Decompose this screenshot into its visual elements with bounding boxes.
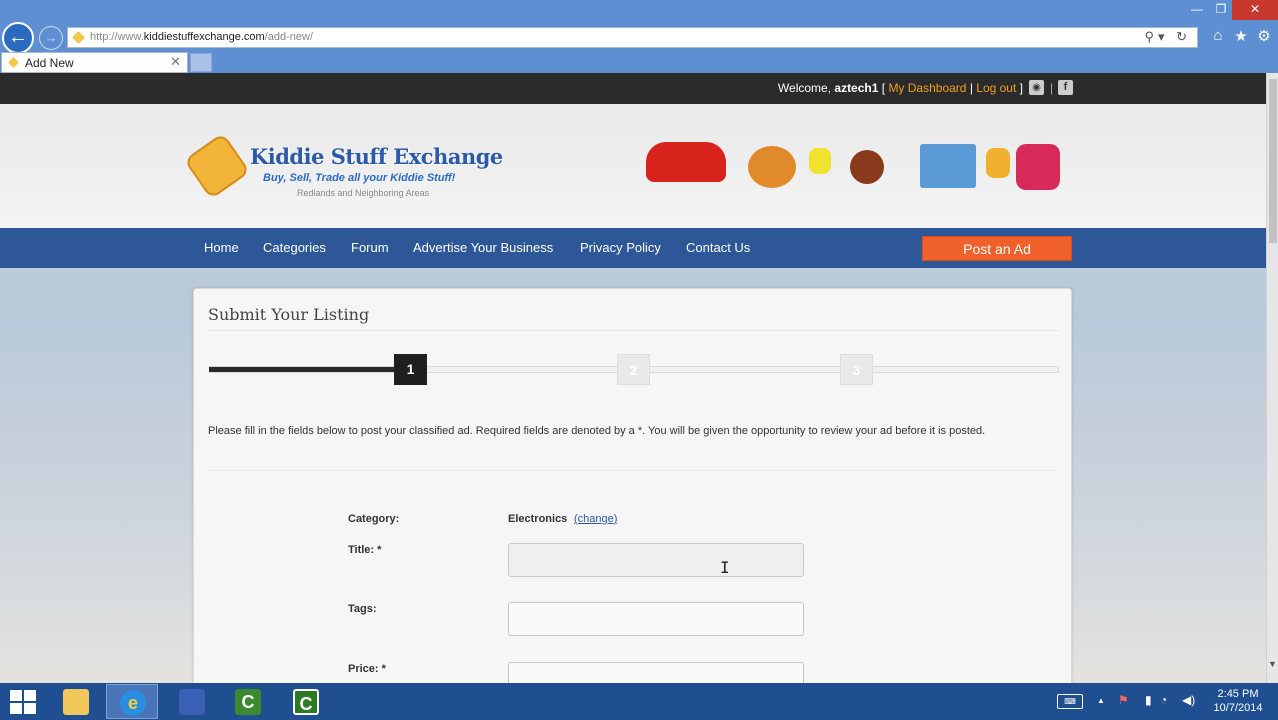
new-tab-button[interactable] (190, 53, 212, 72)
nav-contact-us[interactable]: Contact Us (686, 240, 750, 255)
my-dashboard-link[interactable]: My Dashboard (888, 81, 966, 95)
welcome-text: Welcome, aztech1 [ My Dashboard | Log ou… (777, 81, 1023, 95)
nav-advertise[interactable]: Advertise Your Business (413, 240, 553, 255)
log-out-link[interactable]: Log out (976, 81, 1016, 95)
search-refresh-icons[interactable]: ⚲▾ ↻ (1144, 29, 1191, 45)
keyboard-icon[interactable]: ⌨ (1057, 694, 1083, 709)
computer-network-icon (179, 689, 205, 715)
price-tag-logo-icon[interactable] (183, 132, 251, 200)
scroll-down-arrow-icon[interactable]: ▼ (1268, 659, 1277, 669)
site-logo-title[interactable]: Kiddie Stuff Exchange (250, 144, 503, 169)
title-label: Title: * (348, 544, 382, 556)
system-clock[interactable]: 2:45 PM 10/7/2014 (1208, 687, 1268, 715)
tab-add-new[interactable]: Add New ✕ (1, 52, 188, 73)
facebook-icon[interactable]: f (1058, 80, 1073, 95)
address-bar[interactable]: http://www.kiddiestuffexchange.com/add-n… (67, 27, 1198, 48)
close-window-button[interactable]: ✕ (1232, 0, 1278, 20)
clock-date: 10/7/2014 (1213, 702, 1263, 714)
category-value: Electronics (508, 513, 568, 525)
intro-text: Please fill in the fields below to post … (208, 425, 986, 437)
tags-label: Tags: (348, 603, 377, 615)
taskbar-camtasia-recorder[interactable]: C (280, 684, 332, 719)
volume-icon[interactable]: ◀) (1182, 693, 1195, 707)
back-arrow-icon: ← (8, 26, 28, 48)
divider (208, 330, 1058, 331)
divider (208, 470, 1058, 471)
network-icon[interactable]: ◔ (1160, 693, 1167, 707)
rss-icon[interactable]: ◉ (1029, 80, 1044, 95)
tab-favicon-icon (8, 57, 19, 68)
windows-taskbar: e C C ⌨ ▲ ⚑ ▮ ◔ ◀) 2:45 PM 10/7/2014 (0, 683, 1278, 720)
taskbar-internet-explorer[interactable]: e (106, 684, 158, 719)
abc-blocks-icon (920, 144, 976, 188)
handprint-orange-icon (986, 148, 1010, 178)
battery-icon[interactable]: ▮ (1145, 693, 1152, 707)
text-cursor-icon: I (720, 558, 730, 577)
tiger-toy-icon (748, 146, 796, 188)
user-bar: Welcome, aztech1 [ My Dashboard | Log ou… (0, 73, 1266, 104)
site-header: Kiddie Stuff Exchange Buy, Sell, Trade a… (0, 104, 1266, 228)
username: aztech1 (834, 81, 879, 95)
tab-label: Add New (25, 56, 74, 70)
show-hidden-icons-icon[interactable]: ▲ (1097, 696, 1105, 705)
internet-explorer-icon: e (120, 690, 146, 716)
tab-close-icon[interactable]: ✕ (170, 54, 181, 70)
nav-home[interactable]: Home (204, 240, 239, 255)
price-label: Price: * (348, 663, 386, 675)
back-button[interactable]: ← (2, 22, 34, 54)
title-input[interactable] (508, 543, 804, 577)
change-category-link[interactable]: (change) (574, 513, 617, 525)
settings-gear-icon[interactable]: ⚙ (1254, 27, 1274, 45)
handprint-icon (809, 148, 831, 174)
step-2: 2 (617, 354, 650, 385)
forward-button[interactable]: → (39, 26, 63, 50)
sports-balls-icon (850, 150, 884, 184)
folder-icon (63, 689, 89, 715)
browser-chrome: — ❐ ✕ ← → http://www.kiddiestuffexchange… (0, 0, 1278, 73)
main-nav: Home Categories Forum Advertise Your Bus… (0, 228, 1266, 268)
page-title: Submit Your Listing (208, 305, 370, 324)
windows-logo-icon (10, 690, 22, 701)
camtasia-recorder-icon: C (293, 689, 319, 715)
forward-arrow-icon: → (44, 30, 58, 45)
nav-forum[interactable]: Forum (351, 240, 389, 255)
restore-button[interactable]: ❐ (1208, 0, 1234, 20)
start-button[interactable] (10, 690, 36, 714)
submit-listing-panel: Submit Your Listing 1 2 3 Please fill in… (193, 288, 1072, 683)
price-input[interactable] (508, 662, 804, 683)
category-label: Category: (348, 513, 400, 525)
scrollbar-thumb[interactable] (1269, 79, 1277, 243)
post-an-ad-button[interactable]: Post an Ad (922, 236, 1072, 261)
page-scrollbar[interactable]: ▼ (1266, 73, 1278, 683)
address-url[interactable]: http://www.kiddiestuffexchange.com/add-n… (90, 31, 313, 43)
camtasia-icon: C (235, 689, 261, 715)
taskbar-camtasia[interactable]: C (222, 684, 274, 719)
ride-on-car-icon (1016, 144, 1060, 190)
tags-input[interactable] (508, 602, 804, 636)
site-subtitle: Redlands and Neighboring Areas (297, 188, 430, 198)
clock-time: 2:45 PM (1217, 688, 1259, 700)
favorites-star-icon[interactable]: ★ (1231, 27, 1251, 45)
action-center-flag-icon[interactable]: ⚑ (1118, 693, 1129, 707)
toy-car-icon (646, 142, 726, 182)
minimize-button[interactable]: — (1184, 0, 1210, 20)
step-1: 1 (394, 354, 427, 385)
step-3: 3 (840, 354, 873, 385)
nav-categories[interactable]: Categories (263, 240, 326, 255)
site-favicon-icon (72, 31, 85, 44)
nav-privacy-policy[interactable]: Privacy Policy (580, 240, 661, 255)
taskbar-network-app[interactable] (166, 684, 218, 719)
separator: | (1050, 81, 1054, 95)
progress-fill (209, 367, 396, 372)
page-viewport: Welcome, aztech1 [ My Dashboard | Log ou… (0, 73, 1266, 683)
tab-bar: Add New ✕ (0, 52, 1278, 73)
site-tagline: Buy, Sell, Trade all your Kiddie Stuff! (263, 172, 456, 184)
home-icon[interactable]: ⌂ (1208, 27, 1228, 44)
taskbar-file-explorer[interactable] (50, 684, 102, 719)
